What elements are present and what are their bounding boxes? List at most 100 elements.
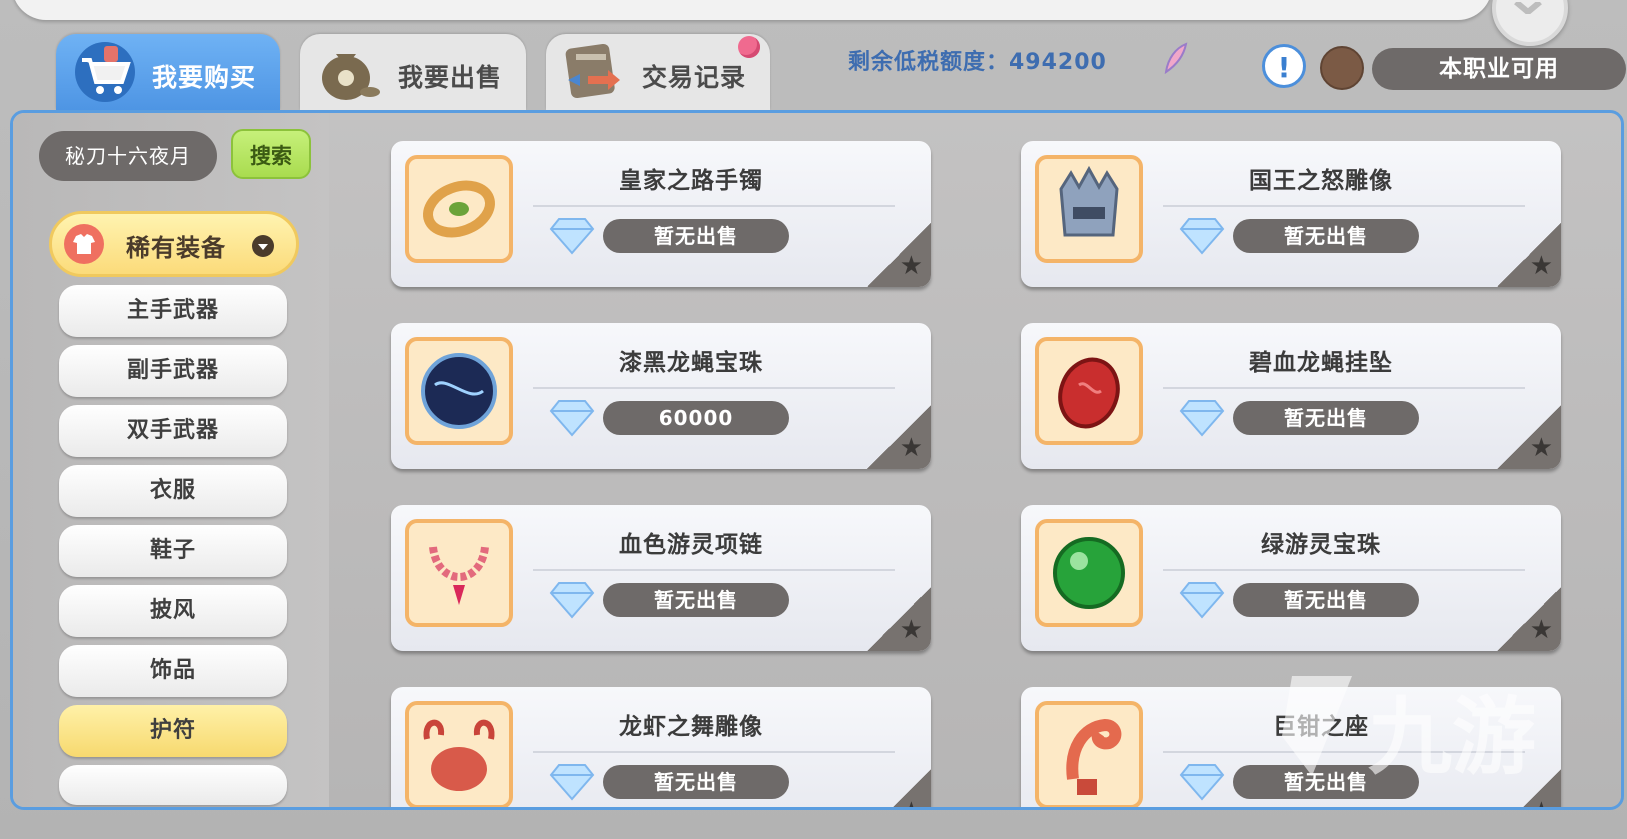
item-name: 碧血龙蝇挂坠 [1249, 350, 1393, 376]
sidebar-item-shoes[interactable]: 鞋子 [59, 525, 287, 577]
item-frame [1035, 519, 1143, 627]
favorite-button[interactable]: ★ [867, 769, 931, 807]
sidebar-item-amulet[interactable]: 护符 [59, 705, 287, 757]
item-frame [405, 519, 513, 627]
feather-icon [1164, 42, 1188, 75]
diamond-icon [1179, 400, 1225, 437]
item-card[interactable]: 血色游灵项链 暂无出售 ★ [391, 505, 931, 651]
divider [1163, 387, 1525, 389]
star-icon: ★ [899, 433, 923, 463]
tab-buy-label: 我要购买 [152, 63, 257, 92]
scroll-record-icon [565, 43, 620, 99]
star-icon: ★ [899, 615, 923, 645]
item-name: 漆黑龙蝇宝珠 [619, 350, 763, 376]
diamond-icon [549, 764, 595, 801]
info-button[interactable]: ! [1262, 44, 1306, 88]
item-frame [1035, 155, 1143, 263]
item-price: 暂无出售 [603, 219, 789, 253]
item-frame [1035, 337, 1143, 445]
category-rare-equipment[interactable]: 稀有装备 [49, 211, 299, 277]
divider [533, 387, 895, 389]
item-price: 暂无出售 [1233, 583, 1419, 617]
tab-sell-label: 我要出售 [398, 63, 503, 92]
sidebar-item-accessory[interactable]: 饰品 [59, 645, 287, 697]
sidebar-item-two-hand-weapon[interactable]: 双手武器 [59, 405, 287, 457]
item-name: 绿游灵宝珠 [1261, 532, 1381, 558]
shirt-icon [64, 224, 104, 264]
bracelet-icon [423, 180, 495, 238]
lobster-statue-icon [423, 719, 495, 791]
divider [1163, 205, 1525, 207]
item-frame [405, 701, 513, 807]
star-icon: ★ [1529, 251, 1553, 281]
chevron-down-icon [252, 235, 274, 257]
item-card[interactable]: 皇家之路手镯 暂无出售 ★ [391, 141, 931, 287]
sidebar: 秘刀十六夜月 搜索 稀有装备 主手武器 副手武器 双手武器 衣服 鞋子 披风 饰… [13, 113, 329, 807]
diamond-icon [549, 218, 595, 255]
item-price: 暂无出售 [603, 583, 789, 617]
item-frame [1035, 701, 1143, 807]
star-icon: ★ [899, 251, 923, 281]
item-price: 60000 [603, 401, 789, 435]
divider [533, 751, 895, 753]
category-label: 稀有装备 [126, 234, 226, 262]
diamond-icon [549, 582, 595, 619]
item-name: 国王之怒雕像 [1249, 168, 1393, 194]
top-bar [0, 0, 1627, 46]
search-button[interactable]: 搜索 [231, 129, 311, 179]
dark-orb-icon [421, 353, 497, 429]
tab-buy[interactable]: 我要购买 [56, 34, 280, 110]
star-icon: ★ [1529, 615, 1553, 645]
divider [533, 205, 895, 207]
tab-sell[interactable]: 我要出售 [300, 34, 526, 110]
item-name: 皇家之路手镯 [619, 168, 763, 194]
sidebar-item-clothes[interactable]: 衣服 [59, 465, 287, 517]
favorite-button[interactable]: ★ [867, 587, 931, 651]
tax-quota: 剩余低税额度：494200 [848, 50, 1107, 75]
favorite-button[interactable]: ★ [1497, 587, 1561, 651]
watermark-logo: 九游 [1282, 676, 1536, 786]
tab-record-label: 交易记录 [642, 63, 747, 92]
notification-badge [738, 36, 760, 58]
sidebar-item-more[interactable] [59, 765, 287, 805]
necklace-icon [429, 546, 489, 605]
shopping-cart-icon [75, 42, 135, 102]
tab-record[interactable]: 交易记录 [546, 34, 770, 110]
item-price: 暂无出售 [603, 765, 789, 799]
item-card[interactable]: 绿游灵宝珠 暂无出售 ★ [1021, 505, 1561, 651]
close-button[interactable] [1492, 0, 1568, 46]
favorite-button[interactable]: ★ [867, 223, 931, 287]
divider [533, 569, 895, 571]
close-icon [1514, 2, 1542, 14]
exclamation-icon: ! [1277, 51, 1291, 84]
sidebar-item-cloak[interactable]: 披风 [59, 585, 287, 637]
red-pendant-icon [1058, 357, 1120, 429]
item-price: 暂无出售 [1233, 401, 1419, 435]
watermark-text: 九游 [1368, 688, 1536, 786]
favorite-button[interactable]: ★ [867, 405, 931, 469]
sidebar-item-off-weapon[interactable]: 副手武器 [59, 345, 287, 397]
item-card[interactable]: 龙虾之舞雕像 暂无出售 ★ [391, 687, 931, 807]
item-frame [405, 337, 513, 445]
item-frame [405, 155, 513, 263]
job-filter-label[interactable]: 本职业可用 [1372, 48, 1626, 90]
divider [1163, 569, 1525, 571]
item-price: 暂无出售 [1233, 219, 1419, 253]
top-bar-frame [12, 0, 1492, 20]
search-input[interactable]: 秘刀十六夜月 [39, 131, 217, 181]
diamond-icon [1179, 582, 1225, 619]
money-bag-icon [322, 54, 380, 100]
favorite-button[interactable]: ★ [1497, 405, 1561, 469]
item-card[interactable]: 漆黑龙蝇宝珠 60000 ★ [391, 323, 931, 469]
star-icon: ★ [900, 797, 923, 807]
item-name: 血色游灵项链 [619, 532, 763, 558]
favorite-button[interactable]: ★ [1497, 223, 1561, 287]
item-card[interactable]: 国王之怒雕像 暂无出售 ★ [1021, 141, 1561, 287]
job-filter-toggle[interactable] [1320, 46, 1364, 90]
claw-statue-icon [1066, 718, 1122, 795]
diamond-icon [1179, 764, 1225, 801]
diamond-icon [1179, 218, 1225, 255]
diamond-icon [549, 400, 595, 437]
item-card[interactable]: 碧血龙蝇挂坠 暂无出售 ★ [1021, 323, 1561, 469]
sidebar-item-main-weapon[interactable]: 主手武器 [59, 285, 287, 337]
